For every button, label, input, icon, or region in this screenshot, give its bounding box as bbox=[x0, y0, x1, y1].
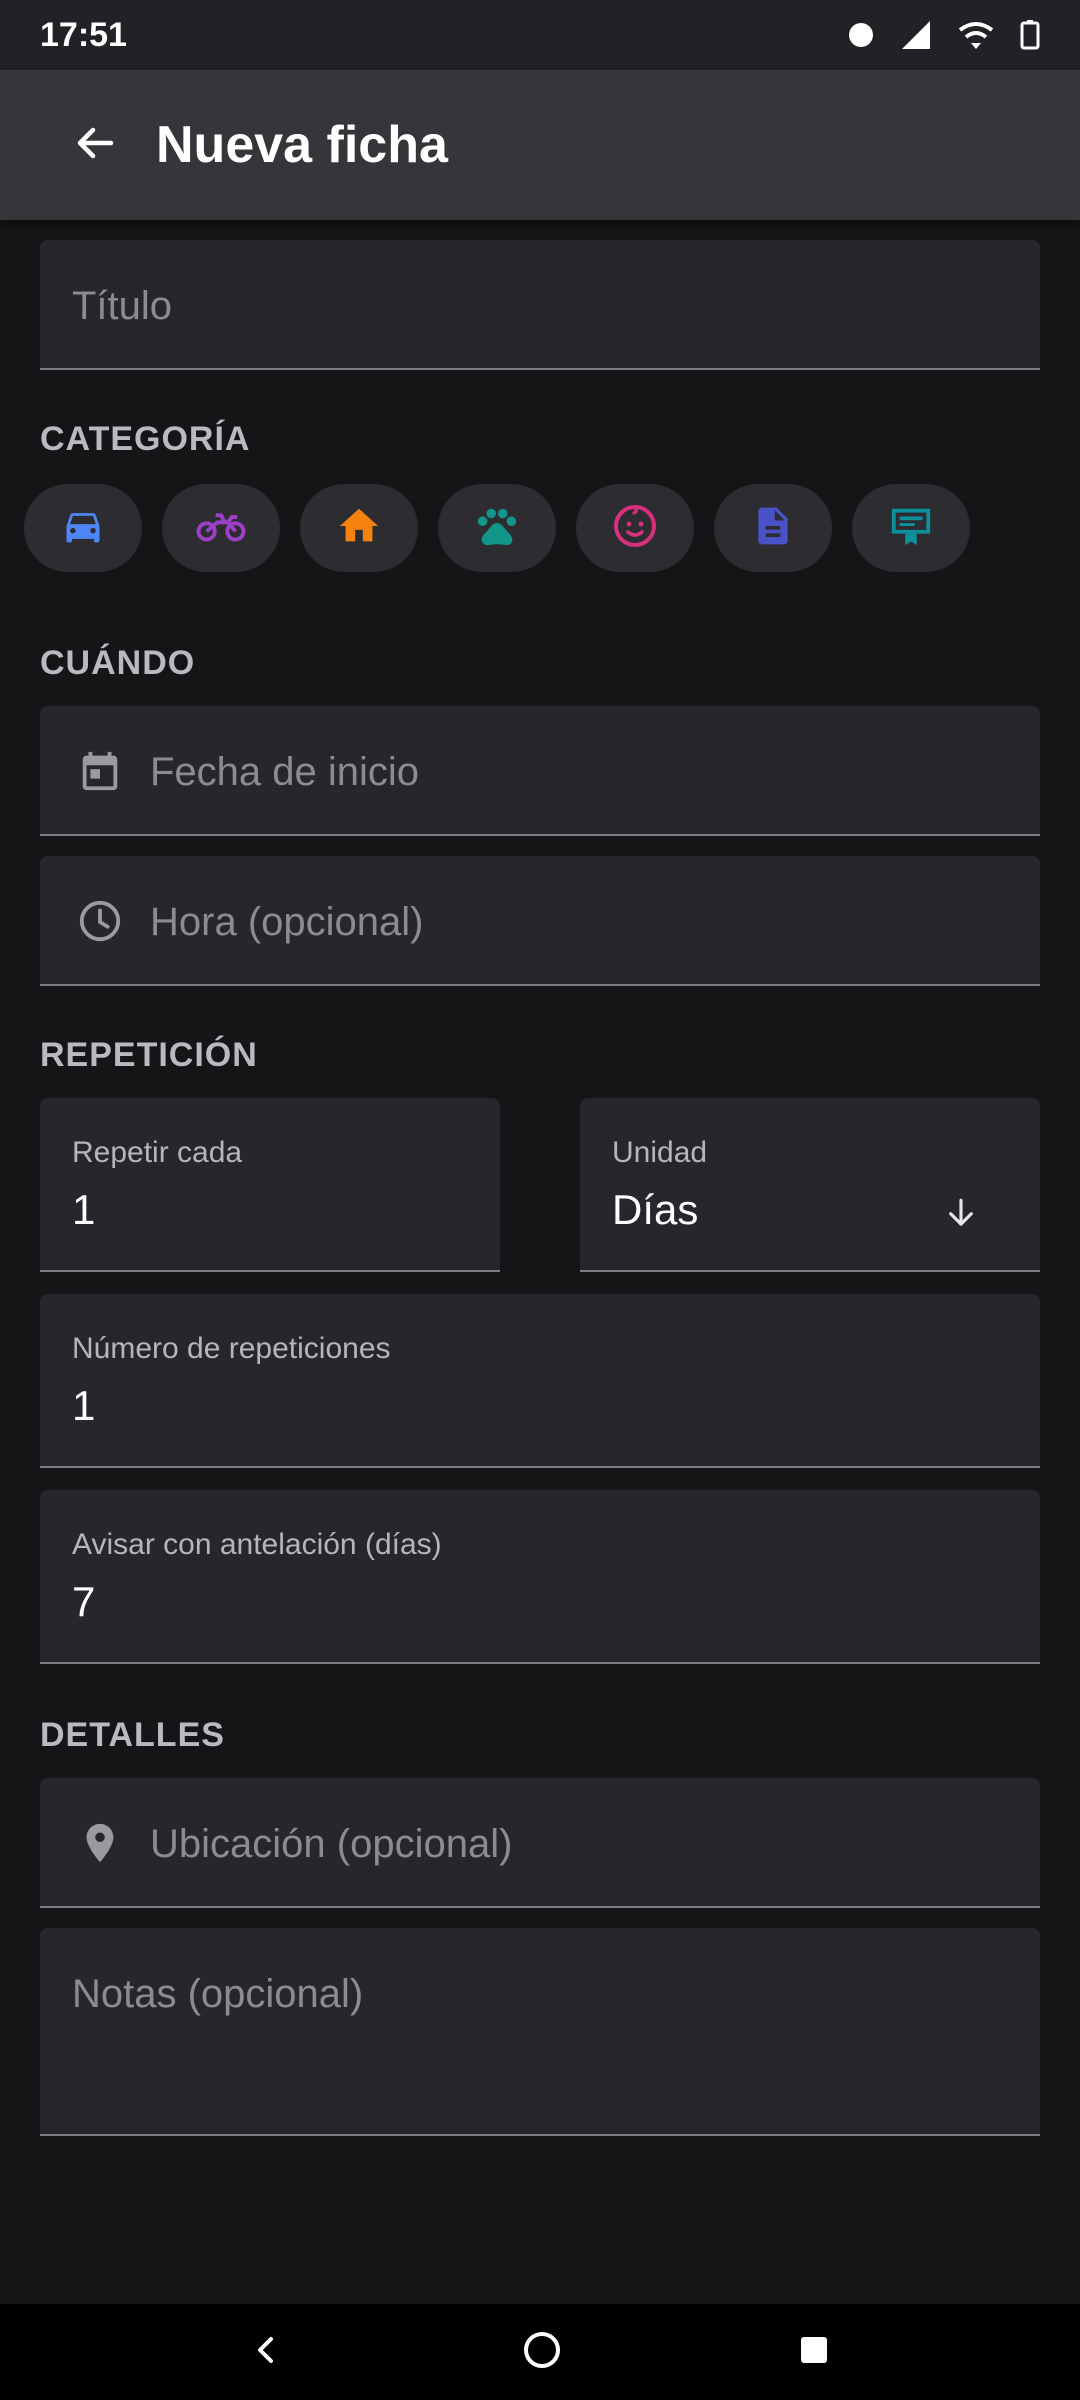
location-pin-icon bbox=[72, 1815, 128, 1871]
unit-select[interactable]: Unidad Días bbox=[580, 1098, 1040, 1272]
time-placeholder: Hora (opcional) bbox=[150, 900, 424, 944]
baby-icon bbox=[611, 502, 659, 555]
page-title: Nueva ficha bbox=[156, 116, 448, 174]
home-circle-icon bbox=[522, 2330, 562, 2375]
nav-recents-button[interactable] bbox=[784, 2322, 844, 2382]
notes-placeholder: Notas (opcional) bbox=[72, 1972, 364, 2016]
category-chip-document[interactable] bbox=[714, 484, 832, 572]
unit-value: Días bbox=[612, 1186, 699, 1233]
start-date-field[interactable]: Fecha de inicio bbox=[40, 706, 1040, 836]
repetition-count-value: 1 bbox=[72, 1382, 96, 1429]
certificate-icon bbox=[888, 503, 934, 554]
app-bar: Nueva ficha bbox=[0, 70, 1080, 220]
back-button[interactable] bbox=[40, 90, 150, 200]
location-field[interactable]: Ubicación (opcional) bbox=[40, 1778, 1040, 1908]
category-chip-baby[interactable] bbox=[576, 484, 694, 572]
nav-home-button[interactable] bbox=[512, 2322, 572, 2382]
calendar-icon bbox=[72, 743, 128, 799]
advance-notice-value: 7 bbox=[72, 1578, 96, 1625]
system-nav-bar bbox=[0, 2304, 1080, 2400]
repetition-count-field[interactable]: Número de repeticiones 1 bbox=[40, 1294, 1040, 1468]
category-header: CATEGORÍA bbox=[40, 420, 251, 458]
signal-icon bbox=[900, 19, 932, 51]
advance-notice-field[interactable]: Avisar con antelación (días) 7 bbox=[40, 1490, 1040, 1664]
status-bar: 17:51 bbox=[0, 0, 1080, 70]
notes-field[interactable]: Notas (opcional) bbox=[40, 1928, 1040, 2136]
home-icon bbox=[336, 503, 382, 554]
details-header: DETALLES bbox=[40, 1716, 225, 1754]
repeat-every-field[interactable]: Repetir cada 1 bbox=[40, 1098, 500, 1272]
arrow-down-icon bbox=[942, 1194, 980, 1237]
repetition-count-label: Número de repeticiones bbox=[72, 1332, 391, 1365]
title-placeholder: Título bbox=[72, 284, 173, 328]
clock-icon bbox=[72, 893, 128, 949]
start-date-placeholder: Fecha de inicio bbox=[150, 750, 420, 794]
location-placeholder: Ubicación (opcional) bbox=[150, 1822, 513, 1866]
repeat-every-value: 1 bbox=[72, 1186, 96, 1233]
repetition-header: REPETICIÓN bbox=[40, 1036, 258, 1074]
nav-back-button[interactable] bbox=[236, 2322, 296, 2382]
wifi-icon bbox=[958, 20, 994, 50]
dot-icon bbox=[848, 22, 874, 48]
category-chip-car[interactable] bbox=[24, 484, 142, 572]
back-triangle-icon bbox=[251, 2335, 281, 2370]
category-chip-pet[interactable] bbox=[438, 484, 556, 572]
document-icon bbox=[751, 504, 795, 553]
when-header: CUÁNDO bbox=[40, 644, 196, 682]
title-field[interactable]: Título bbox=[40, 240, 1040, 370]
recents-square-icon bbox=[799, 2335, 829, 2370]
motorcycle-icon bbox=[194, 504, 248, 553]
category-chip-motorcycle[interactable] bbox=[162, 484, 280, 572]
paw-icon bbox=[474, 503, 520, 554]
category-chip-home[interactable] bbox=[300, 484, 418, 572]
category-chip-certificate[interactable] bbox=[852, 484, 970, 572]
car-icon bbox=[61, 504, 105, 553]
battery-icon bbox=[1020, 20, 1040, 50]
status-icons bbox=[848, 19, 1040, 51]
status-time: 17:51 bbox=[40, 15, 127, 54]
time-field[interactable]: Hora (opcional) bbox=[40, 856, 1040, 986]
advance-notice-label: Avisar con antelación (días) bbox=[72, 1528, 442, 1561]
repeat-every-label: Repetir cada bbox=[72, 1136, 243, 1169]
arrow-left-icon bbox=[71, 119, 119, 172]
unit-label: Unidad bbox=[612, 1136, 708, 1169]
